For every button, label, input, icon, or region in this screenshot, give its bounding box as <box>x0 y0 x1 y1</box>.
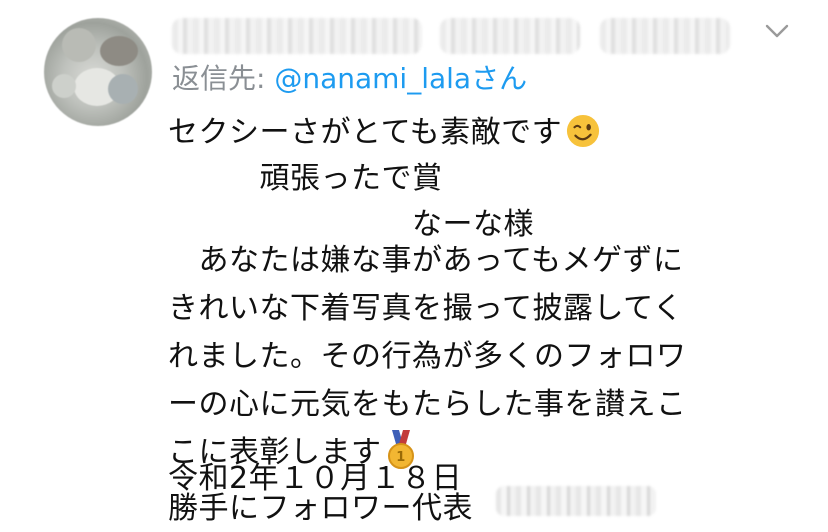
tweet-line-10: 勝手にフォロワー代表 <box>168 486 473 532</box>
tweet-line-text: 勝手にフォロワー代表 <box>168 491 473 526</box>
winking-face-icon <box>567 114 600 148</box>
reply-to-line: 返信先: @nanami_lalaさん <box>172 60 527 98</box>
tweet-line-7: ーの心に元気をもたらした事を讃えこ <box>168 382 687 428</box>
blurred-timestamp <box>600 18 730 54</box>
reply-to-suffix: さん <box>471 62 528 95</box>
tweet-reply: 返信先: @nanami_lalaさん セクシーさがとても素敵です 頑張ったで賞… <box>0 0 828 526</box>
tweet-line-2: 頑張ったで賞 <box>168 156 443 202</box>
tweet-line-1: セクシーさがとても素敵です <box>168 110 600 156</box>
chevron-down-icon[interactable] <box>762 18 792 44</box>
reply-to-handle[interactable]: @nanami_lala <box>274 62 471 95</box>
tweet-line-text: れました。その行為が多くのフォロワ <box>168 339 687 374</box>
blurred-display-name <box>172 18 422 54</box>
tweet-line-text: ーの心に元気をもたらした事を讃えこ <box>168 387 687 422</box>
tweet-line-text: 頑張ったで賞 <box>168 161 443 196</box>
blurred-username <box>440 18 580 54</box>
tweet-line-text: きれいな下着写真を撮って披露してく <box>168 291 684 326</box>
tweet-line-6: れました。その行為が多くのフォロワ <box>168 334 687 380</box>
blurred-avatar-icon[interactable] <box>44 18 152 126</box>
tweet-line-text: セクシーさがとても素敵です <box>168 115 563 150</box>
tweet-line-4: あなたは嫌な事があってもメゲずに <box>168 238 684 284</box>
tweet-line-text: なーな様 <box>168 207 534 242</box>
tweet-line-5: きれいな下着写真を撮って披露してく <box>168 286 683 332</box>
blurred-footer-text <box>496 486 656 516</box>
reply-to-label: 返信先: <box>172 62 275 95</box>
chevron-down-icon-svg <box>765 24 789 38</box>
tweet-line-text: あなたは嫌な事があってもメゲずに <box>168 243 684 278</box>
